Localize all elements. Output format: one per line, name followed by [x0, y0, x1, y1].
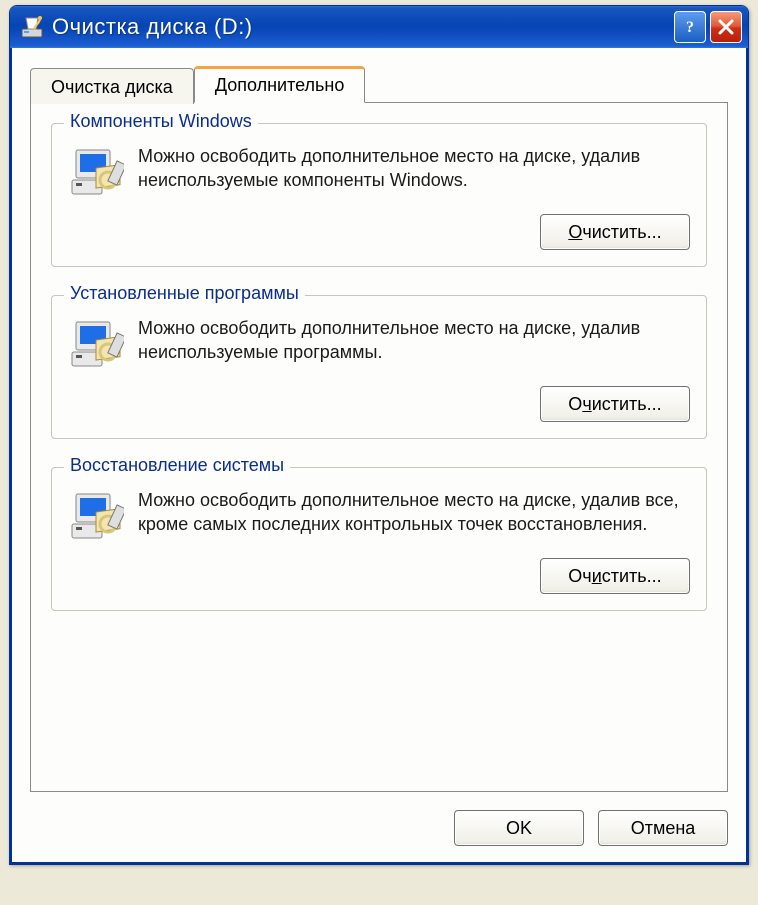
group-description: Можно освободить дополнительное место на… — [138, 488, 690, 537]
group-installed-programs: Установленные программы Можн — [51, 295, 707, 439]
window-title: Очистка диска (D:) — [52, 14, 674, 40]
group-system-restore: Восстановление системы Можно — [51, 467, 707, 611]
installer-icon — [68, 144, 124, 200]
installer-icon — [68, 316, 124, 372]
cancel-button[interactable]: Отмена — [598, 810, 728, 846]
group-description: Можно освободить дополнительное место на… — [138, 144, 690, 193]
group-description: Можно освободить дополнительное место на… — [138, 316, 690, 365]
help-button[interactable]: ? — [674, 11, 706, 43]
cleanup-programs-button[interactable]: Очистить... — [540, 386, 690, 422]
group-legend: Компоненты Windows — [64, 111, 258, 132]
tab-disk-cleanup[interactable]: Очистка диска — [30, 68, 194, 104]
titlebar[interactable]: Очистка диска (D:) ? — [10, 6, 748, 48]
cleanup-components-button[interactable]: Очистить... — [540, 214, 690, 250]
disk-cleanup-icon — [20, 15, 44, 39]
group-legend: Установленные программы — [64, 283, 305, 304]
tab-more-options[interactable]: Дополнительно — [194, 66, 366, 103]
disk-cleanup-window: Очистка диска (D:) ? Очистка диска Допол… — [9, 5, 749, 865]
group-windows-components: Компоненты Windows Можно осв — [51, 123, 707, 267]
cleanup-restore-button[interactable]: Очистить... — [540, 558, 690, 594]
dialog-buttons: OK Отмена — [30, 810, 728, 846]
tabs: Очистка диска Дополнительно — [30, 66, 728, 102]
svg-text:?: ? — [686, 19, 694, 36]
ok-button[interactable]: OK — [454, 810, 584, 846]
client-area: Очистка диска Дополнительно Компоненты W… — [10, 48, 748, 864]
group-legend: Восстановление системы — [64, 455, 290, 476]
tab-panel-more-options: Компоненты Windows Можно осв — [30, 102, 728, 792]
close-button[interactable] — [710, 11, 742, 43]
installer-icon — [68, 488, 124, 544]
